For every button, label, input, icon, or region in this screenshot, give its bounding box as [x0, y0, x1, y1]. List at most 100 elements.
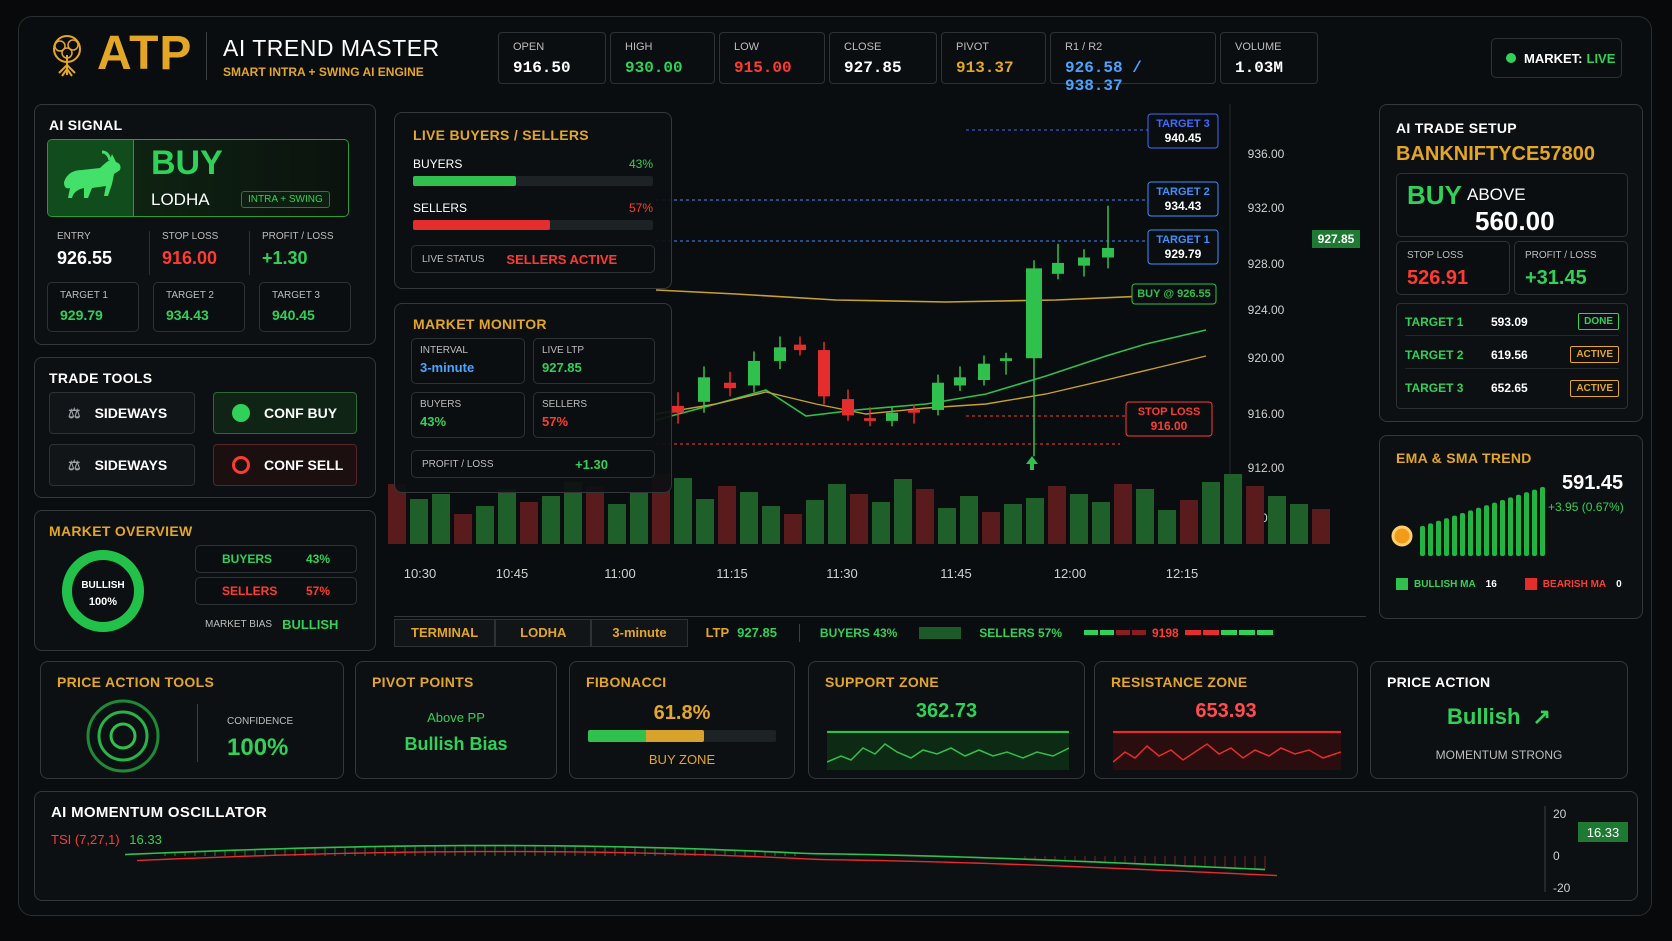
bearish-count: 0 — [1616, 578, 1622, 590]
volume-bar — [982, 512, 1000, 544]
sideways-button-1[interactable]: ⚖ SIDEWAYS — [49, 392, 195, 434]
sl-value: 526.91 — [1407, 267, 1469, 289]
signal-card[interactable]: BUY LODHA INTRA + SWING — [47, 139, 349, 217]
volume-bar — [1268, 496, 1286, 544]
sideways-icon: ⚖ — [68, 456, 81, 473]
volume-bar — [806, 500, 824, 544]
live-buyers-sellers-panel: LIVE BUYERS / SELLERS BUYERS 43% SELLERS 5… — [394, 112, 672, 289]
volume-bar — [960, 496, 978, 544]
volume-bar — [608, 504, 626, 544]
ema-bar — [1428, 523, 1433, 556]
gauge-label: BULLISH — [81, 580, 125, 591]
target-status-badge: ACTIVE — [1570, 346, 1619, 363]
tree-logo-icon — [53, 35, 81, 77]
buyers-meter: BUYERS 43% — [413, 157, 653, 186]
volume-bar — [1026, 498, 1044, 544]
live-status-row: LIVE STATUS SELLERS ACTIVE — [411, 245, 655, 273]
y-tick: 912.00 — [1248, 461, 1285, 475]
sellers-label: SELLERS — [413, 201, 468, 215]
ai-signal-title: AI SIGNAL — [49, 117, 123, 133]
volume-bar — [1290, 504, 1308, 544]
y-tick: 936.00 — [1248, 147, 1285, 161]
ema-value: 591.45 — [1562, 472, 1624, 494]
fibonacci-panel: FIBONACCI 61.8% BUY ZONE — [569, 661, 795, 779]
buyers-value: 43% — [628, 157, 653, 171]
buyers-label: BUYERS — [413, 157, 463, 171]
pivot-title: PIVOT POINTS — [372, 674, 474, 690]
volume-bar — [1202, 482, 1220, 544]
setup-price: 560.00 — [1475, 206, 1555, 236]
sellers-label: SELLERS — [542, 399, 588, 410]
monitor-pl-row: PROFIT / LOSS +1.30 — [411, 450, 655, 478]
setup-target-value: 593.09 — [1491, 314, 1528, 329]
fib-value: 61.8% — [653, 702, 711, 724]
stat-value: 930.00 — [625, 59, 683, 77]
candle-body — [978, 363, 990, 381]
target-status-badge: ACTIVE — [1570, 379, 1619, 397]
pivot-points-panel: PIVOT POINTS Above PP Bullish Bias — [355, 661, 557, 779]
bullish-swatch — [1396, 578, 1408, 590]
pl-value: +1.30 — [575, 456, 608, 472]
buy-above-box[interactable]: BUY ABOVE 560.00 — [1396, 173, 1628, 237]
level-label: STOP LOSS — [1138, 406, 1201, 418]
signal-symbol: LODHA — [151, 190, 210, 209]
ema-bar — [1452, 515, 1457, 556]
sideways-label: SIDEWAYS — [94, 457, 168, 473]
market-monitor-title: MARKET MONITOR — [413, 316, 547, 332]
terminal-bar: TERMINAL LODHA 3-minute LTP 927.85 BUYER… — [394, 616, 1366, 648]
volume-bar — [630, 492, 648, 544]
candle-body — [842, 399, 854, 416]
sideways-button-2[interactable]: ⚖ SIDEWAYS — [49, 444, 195, 486]
candle-body — [1026, 268, 1042, 359]
ma-legend: BULLISH MA 16 BEARISH MA 0 — [1396, 578, 1622, 590]
interval-cell: INTERVAL 3-minute — [411, 338, 525, 384]
sma-line — [655, 355, 1207, 415]
ema-bar — [1468, 510, 1473, 556]
ema-bar — [1476, 507, 1481, 556]
candle-body — [818, 350, 830, 397]
conf-buy-button[interactable]: CONF BUY — [213, 392, 357, 434]
bullish-count: 16 — [1485, 578, 1497, 590]
volume-bar — [916, 489, 934, 544]
y-tick: 932.00 — [1248, 201, 1285, 215]
overview-sellers-row: SELLERS 57% — [195, 577, 357, 605]
volume-bar — [1136, 489, 1154, 544]
conf-sell-button[interactable]: CONF SELL — [213, 444, 357, 486]
sellers-label: SELLERS — [222, 584, 278, 598]
level-value: 929.79 — [1165, 247, 1202, 261]
header-divider — [206, 32, 207, 80]
candle-body — [774, 347, 786, 361]
ltp-value: 927.85 — [737, 625, 777, 640]
setup-target-label: TARGET 2 — [1405, 347, 1464, 362]
setup-target-value: 652.65 — [1491, 381, 1528, 395]
pl-block: PROFIT / LOSS +1.30 — [249, 231, 334, 275]
stat-r1-r2: R1 / R2 926.58 / 938.37 — [1050, 32, 1216, 95]
ema-bar — [1524, 492, 1529, 556]
candle-body — [672, 405, 684, 413]
stat-open: OPEN 916.50 — [498, 32, 606, 84]
entry-label: ENTRY — [57, 231, 91, 242]
stat-low: LOW 915.00 — [719, 32, 825, 84]
candle-body — [864, 418, 876, 421]
pa-value-row: Bullish ↗ — [1371, 704, 1627, 730]
target-value: 934.43 — [166, 307, 209, 323]
candle-body — [794, 344, 806, 351]
volume-bar — [674, 478, 692, 544]
market-status-badge[interactable]: MARKET: LIVE — [1491, 38, 1622, 78]
sl-block: STOP LOSS 916.00 — [149, 231, 218, 275]
interval-tab[interactable]: 3-minute — [591, 618, 688, 647]
stat-pivot: PIVOT 913.37 — [941, 32, 1046, 84]
bear-small-icon — [232, 456, 250, 474]
pivot-bias: Bullish Bias — [404, 734, 508, 754]
ltp-value: 927.85 — [542, 360, 582, 375]
level-value: 940.45 — [1165, 131, 1202, 145]
target-value: 929.79 — [60, 307, 103, 323]
setup-symbol: BANKNIFTYCE57800 — [1396, 143, 1595, 165]
symbol-tab[interactable]: LODHA — [495, 618, 592, 647]
sl-label: STOP LOSS — [162, 231, 219, 242]
oscillator-panel: AI MOMENTUM OSCILLATOR TSI (7,27,1) 16.3… — [34, 791, 1638, 901]
volume-bar — [388, 484, 406, 544]
ema-bar — [1540, 487, 1545, 556]
terminal-tab[interactable]: TERMINAL — [394, 618, 496, 647]
bearish-label: BEARISH MA — [1542, 578, 1607, 590]
